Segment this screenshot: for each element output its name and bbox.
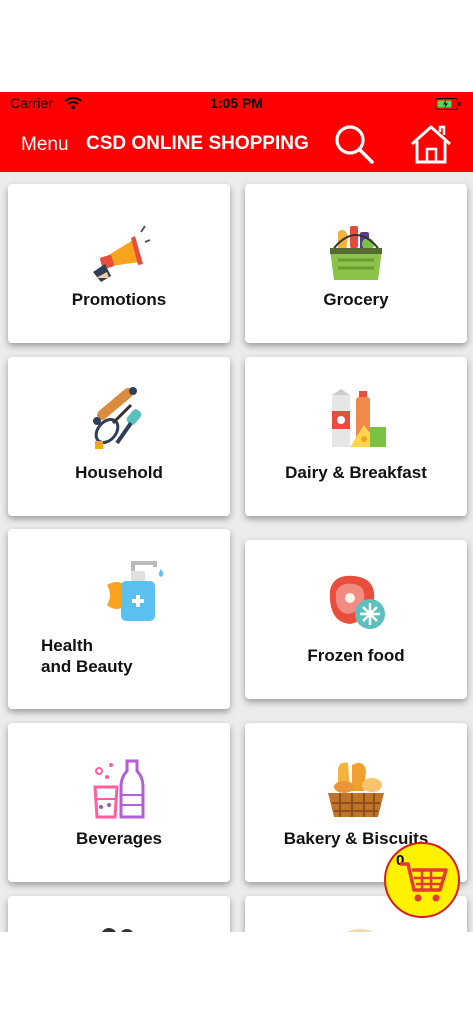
sanitizer-sponge-icon (105, 559, 169, 623)
category-card-dairy-breakfast[interactable]: Dairy & Breakfast (245, 357, 467, 516)
status-bar: Carrier 1:05 PM (0, 92, 473, 114)
category-label: Frozen food (307, 646, 405, 665)
bread-basket-icon (324, 757, 388, 821)
grocery-basket-icon (324, 222, 388, 286)
category-card-promotions[interactable]: Promotions (8, 184, 230, 343)
dairy-icon (324, 387, 388, 451)
category-card-frozen-food[interactable]: Frozen food (245, 540, 467, 699)
category-label: Dairy & Breakfast (285, 463, 427, 482)
category-label: Grocery (323, 290, 389, 309)
beverages-icon (87, 757, 151, 821)
category-grid: Promotions Grocery Household Dairy & Bre… (0, 172, 473, 932)
cart-button[interactable]: 0 (384, 842, 460, 918)
category-card-household[interactable]: Household (8, 357, 230, 516)
clock: 1:05 PM (210, 95, 263, 111)
battery-icon (435, 97, 461, 113)
megaphone-icon (87, 222, 151, 286)
home-icon[interactable] (409, 123, 453, 170)
category-icon (324, 926, 388, 932)
frozen-meat-icon (324, 570, 388, 634)
shopping-cart-icon (398, 860, 448, 909)
category-label: Household (75, 463, 163, 482)
category-card-health-beauty[interactable]: Health and Beauty (8, 529, 230, 709)
nav-bar: Menu CSD ONLINE SHOPPING (0, 114, 473, 172)
category-label: Promotions (71, 290, 167, 309)
category-card-grocery[interactable]: Grocery (245, 184, 467, 343)
category-label: Beverages (75, 829, 162, 848)
search-icon[interactable] (333, 123, 375, 170)
page-title: CSD ONLINE SHOPPING (86, 133, 309, 154)
category-label: Health and Beauty (41, 636, 133, 676)
category-card-beverages[interactable]: Beverages (8, 723, 230, 882)
category-card-partial-left[interactable] (8, 896, 230, 932)
category-icon (87, 926, 151, 932)
menu-button[interactable]: Menu (21, 134, 69, 156)
kitchen-utensils-icon (87, 387, 151, 451)
